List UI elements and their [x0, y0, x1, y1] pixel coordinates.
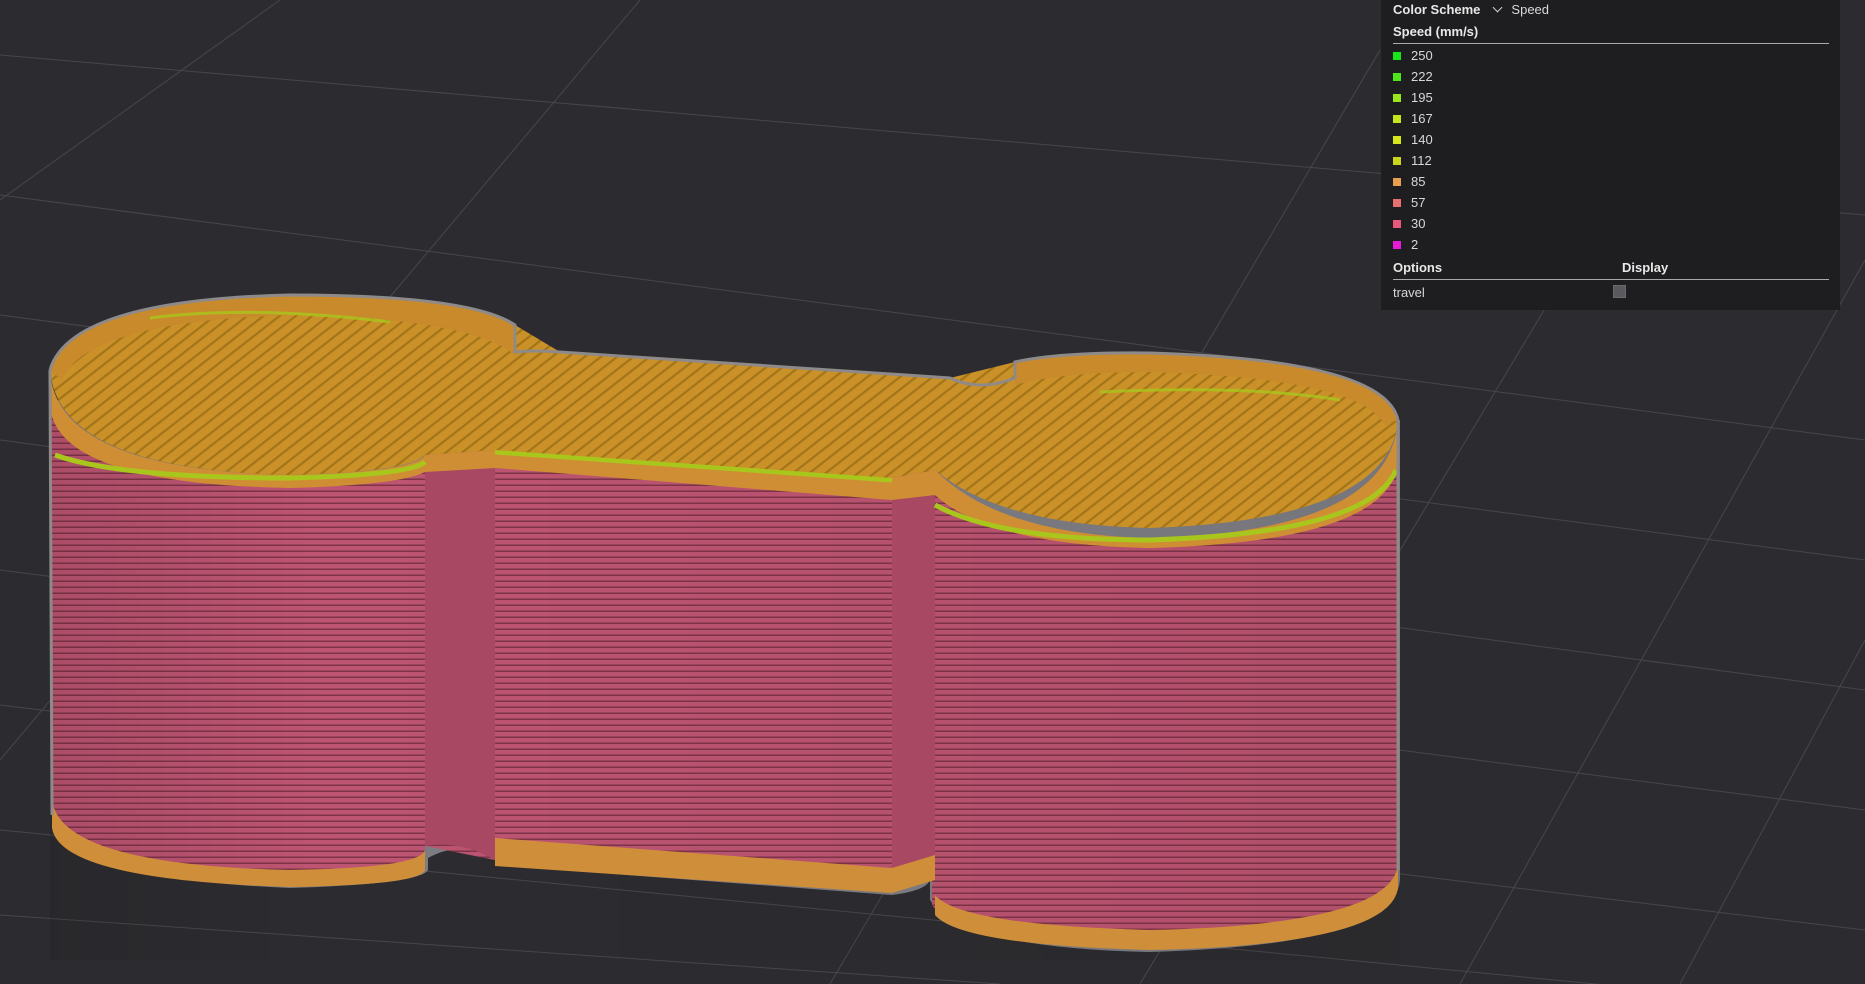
speed-value-label: 112	[1411, 153, 1432, 168]
speed-value-label: 30	[1411, 216, 1426, 231]
speed-value-label: 222	[1411, 69, 1433, 84]
travel-display-checkbox[interactable]	[1613, 285, 1626, 298]
option-row-travel: travel	[1393, 282, 1829, 302]
options-header: Options Display	[1393, 257, 1829, 280]
color-scheme-value: Speed	[1511, 1, 1550, 17]
speed-color-swatch	[1393, 114, 1401, 123]
speed-legend-item: 140	[1393, 129, 1829, 150]
chevron-down-icon	[1492, 2, 1503, 12]
color-scheme-label: Color Scheme	[1393, 1, 1481, 17]
speed-value-label: 2	[1411, 237, 1419, 252]
speed-legend-item: 57	[1393, 192, 1829, 213]
speed-legend-item: 30	[1393, 213, 1829, 234]
speed-legend-item: 250	[1393, 45, 1829, 66]
speed-color-swatch	[1393, 135, 1401, 144]
speed-legend-item: 112	[1393, 150, 1829, 171]
speed-color-swatch	[1393, 198, 1401, 207]
color-scheme-row: Color Scheme Speed	[1393, 0, 1549, 18]
speed-legend-item: 85	[1393, 171, 1829, 192]
travel-label: travel	[1393, 284, 1425, 300]
color-scheme-dropdown[interactable]: Speed	[1492, 1, 1550, 17]
speed-color-swatch	[1393, 156, 1401, 165]
speed-legend-item: 195	[1393, 87, 1829, 108]
speed-value-label: 250	[1411, 48, 1433, 63]
speed-value-label: 167	[1411, 111, 1433, 126]
speed-value-label: 140	[1411, 132, 1433, 147]
speed-color-swatch	[1393, 240, 1401, 249]
speed-legend-item: 2	[1393, 234, 1829, 255]
speed-color-swatch	[1393, 177, 1401, 186]
speed-color-swatch	[1393, 51, 1401, 60]
gcode-preview-object	[48, 293, 1400, 960]
speed-legend-header: Speed (mm/s)	[1393, 21, 1829, 44]
speed-value-label: 85	[1411, 174, 1426, 189]
speed-value-label: 57	[1411, 195, 1426, 210]
legend-panel: Color Scheme Speed Speed (mm/s) 250 222 19…	[1381, 0, 1840, 310]
speed-color-swatch	[1393, 72, 1401, 81]
speed-color-swatch	[1393, 93, 1401, 102]
speed-legend-list: 250 222 195 167 140 112 85 57 30 2	[1393, 45, 1829, 255]
speed-legend-title: Speed (mm/s)	[1393, 24, 1479, 39]
speed-value-label: 195	[1411, 90, 1433, 105]
speed-legend-item: 222	[1393, 66, 1829, 87]
display-title: Display	[1622, 260, 1669, 275]
speed-legend-item: 167	[1393, 108, 1829, 129]
options-title: Options	[1393, 260, 1443, 275]
speed-color-swatch	[1393, 219, 1401, 228]
